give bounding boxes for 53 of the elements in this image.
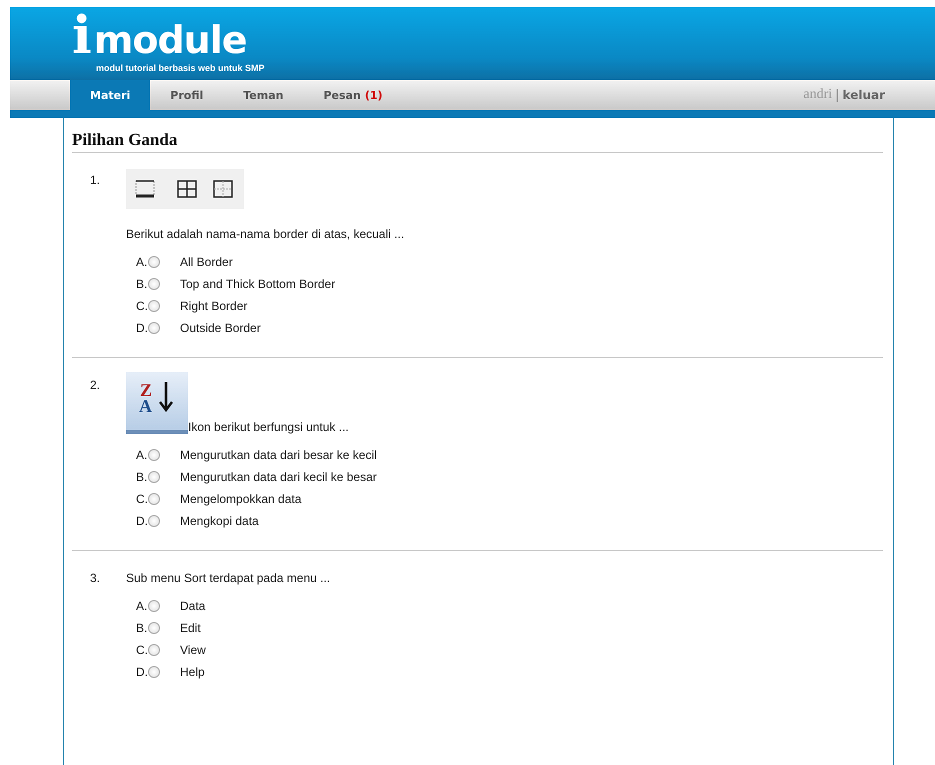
username: andri <box>803 87 832 103</box>
tagline: modul tutorial berbasis web untuk SMP <box>96 63 265 73</box>
option-letter: D. <box>136 514 148 528</box>
option-text: Mengurutkan data dari besar ke kecil <box>180 448 377 462</box>
option-text: Mengurutkan data dari kecil ke besar <box>180 470 377 484</box>
question-number: 2. <box>90 378 102 394</box>
question-number: 1. <box>90 173 102 189</box>
radio-button[interactable] <box>148 471 160 483</box>
radio-button[interactable] <box>148 666 160 678</box>
radio-button[interactable] <box>148 322 160 334</box>
option-letter: C. <box>136 299 148 313</box>
separator: | <box>835 88 840 102</box>
nav-tab[interactable]: Profil <box>150 80 224 110</box>
nav-tab[interactable]: Pesan (1) <box>303 80 403 110</box>
radio-button[interactable] <box>148 493 160 505</box>
logo-text: module <box>94 19 247 61</box>
radio-button[interactable] <box>148 300 160 312</box>
option-text: All Border <box>180 255 233 269</box>
radio-button[interactable] <box>148 278 160 290</box>
radio-button[interactable] <box>148 515 160 527</box>
logout-link[interactable]: keluar <box>842 88 885 102</box>
radio-button[interactable] <box>148 644 160 656</box>
nav-tab[interactable]: Teman <box>223 80 304 110</box>
option-letter: C. <box>136 492 148 506</box>
logo-letter: i <box>72 11 92 61</box>
question-text: Ikon berikut berfungsi untuk ... <box>188 420 349 434</box>
option-letter: B. <box>136 470 148 484</box>
option-text: Mengelompokkan data <box>180 492 302 506</box>
option-letter: D. <box>136 665 148 679</box>
option-text: Top and Thick Bottom Border <box>180 277 336 291</box>
option-letter: B. <box>136 277 148 291</box>
option-text: Outside Border <box>180 321 261 335</box>
radio-button[interactable] <box>148 256 160 268</box>
question-text: Sub menu Sort terdapat pada menu ... <box>126 571 332 585</box>
nav-tab[interactable]: Materi <box>70 80 150 110</box>
radio-button[interactable] <box>148 600 160 612</box>
option-letter: C. <box>136 643 148 657</box>
option-letter: B. <box>136 621 148 635</box>
option-letter: D. <box>136 321 148 335</box>
option-text: Edit <box>180 621 201 635</box>
question-text: Berikut adalah nama-nama border di atas, kecuali ... <box>126 227 406 241</box>
option-letter: A. <box>136 599 148 613</box>
option-letter: A. <box>136 448 148 462</box>
option-text: View <box>180 643 206 657</box>
radio-button[interactable] <box>148 622 160 634</box>
option-text: Mengkopi data <box>180 514 259 528</box>
radio-button[interactable] <box>148 449 160 461</box>
option-letter: A. <box>136 255 148 269</box>
option-text: Help <box>180 665 205 679</box>
option-text: Right Border <box>180 299 248 313</box>
option-text: Data <box>180 599 206 613</box>
question-number: 3. <box>90 571 102 587</box>
section-title: Pilihan Ganda <box>72 130 883 153</box>
